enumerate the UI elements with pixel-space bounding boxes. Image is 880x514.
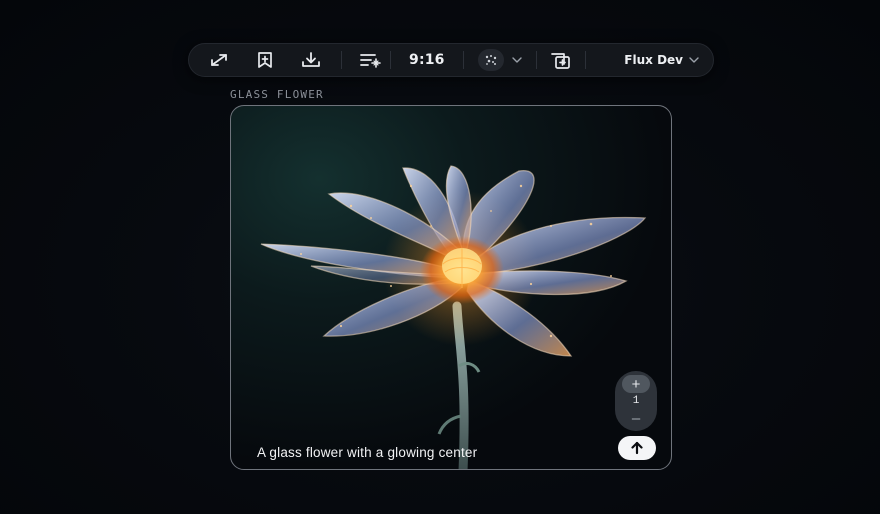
toolbar-divider (462, 51, 464, 69)
model-dropdown[interactable]: Flux Dev (624, 53, 703, 67)
image-count-stepper: + 1 – (615, 371, 657, 431)
aspect-ratio-button[interactable]: 9:16 (399, 52, 455, 68)
chevron-down-icon (689, 56, 699, 65)
style-dropdown[interactable] (472, 49, 528, 71)
chevron-down-icon (511, 56, 522, 65)
decrement-button[interactable]: – (622, 409, 650, 427)
increment-button[interactable]: + (622, 375, 650, 393)
arrow-up-icon (631, 441, 643, 455)
style-icon (477, 49, 504, 71)
app-canvas: 9:16 Flux Dev GLASS FLOWER A glass flowe… (0, 0, 880, 514)
generation-toolbar: 9:16 Flux Dev (188, 43, 714, 77)
toolbar-divider (584, 51, 586, 69)
prompt-text: A glass flower with a glowing center (257, 445, 478, 460)
image-count-value: 1 (632, 395, 640, 407)
add-layer-icon[interactable] (545, 46, 577, 74)
prompt-enhance-icon[interactable] (354, 46, 386, 74)
bookmark-add-icon[interactable] (249, 46, 281, 74)
generated-image-card[interactable]: A glass flower with a glowing center + 1… (230, 105, 672, 470)
download-icon[interactable] (295, 46, 327, 74)
image-title: GLASS FLOWER (230, 88, 324, 101)
glass-flower-image (260, 165, 647, 469)
expand-icon[interactable] (203, 46, 235, 74)
model-label: Flux Dev (624, 53, 683, 67)
submit-button[interactable] (618, 436, 656, 460)
toolbar-divider (390, 51, 391, 69)
toolbar-divider (535, 51, 537, 69)
toolbar-divider (341, 51, 342, 69)
